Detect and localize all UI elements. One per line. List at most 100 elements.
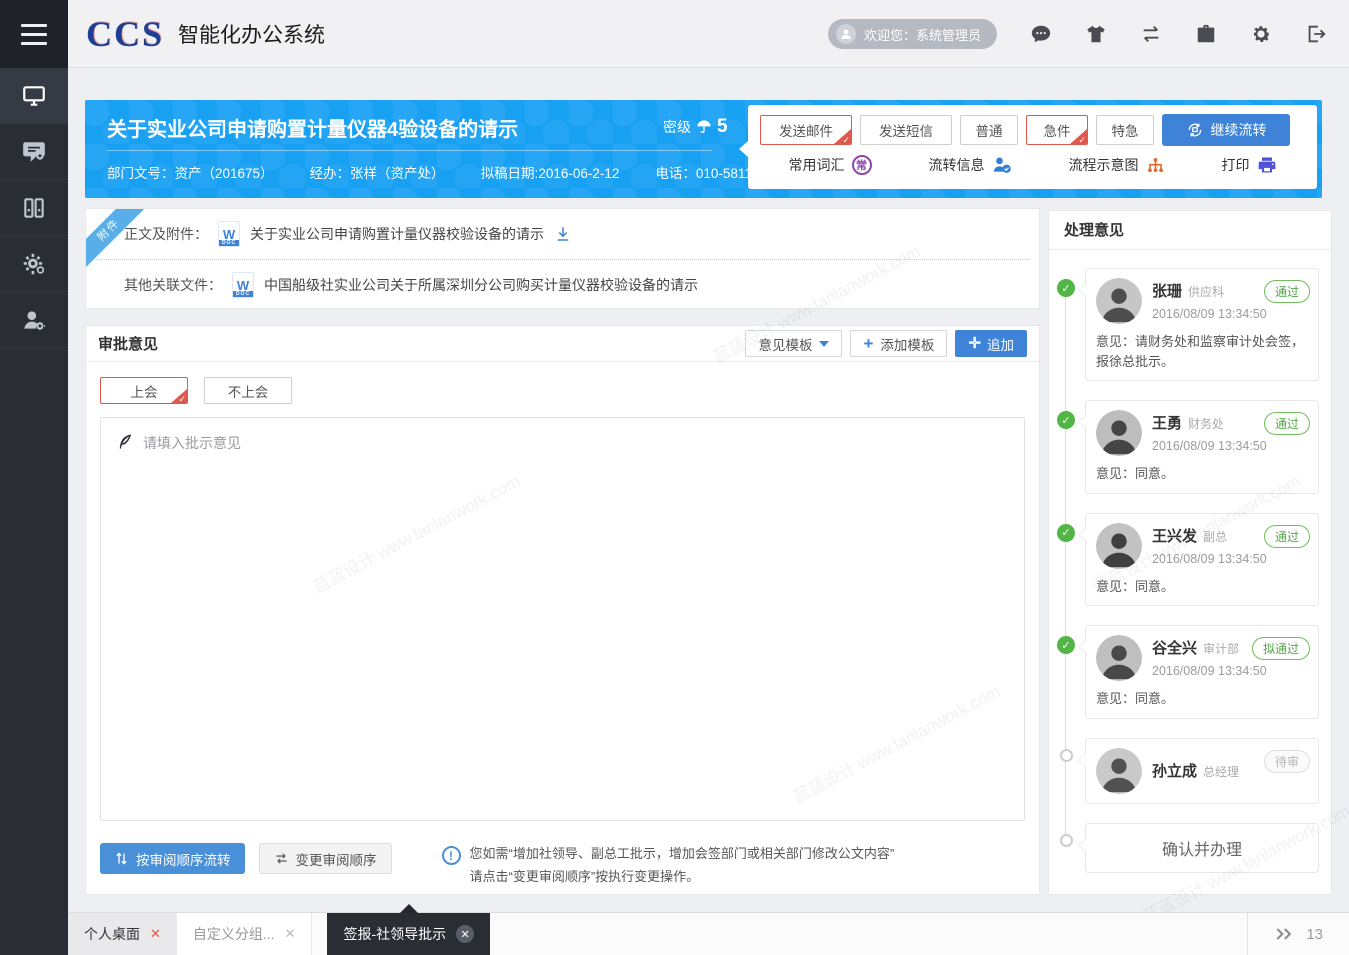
opinion-template-label: 意见模板 [758, 334, 812, 354]
flow-by-order-button[interactable]: 按审阅顺序流转 [100, 843, 245, 874]
tab-label: 个人桌面 [84, 924, 140, 944]
settings-gear-icon[interactable] [1250, 23, 1272, 45]
sidebar-item-user-admin[interactable] [0, 292, 68, 348]
user-gear-icon [21, 307, 47, 333]
opinion-entry[interactable]: 拟通过 谷全兴 审计部 2016/08/09 13:34:50 意见：同意。 [1085, 625, 1319, 719]
binder-icon [21, 195, 47, 221]
opinion-placeholder: 请填入批示意见 [143, 433, 241, 453]
send-sms-button[interactable]: 发送短信 [860, 115, 952, 145]
opinion-entry-pending[interactable]: 待审 孙立成 总经理 [1085, 738, 1319, 804]
top-bar: CCS 智能化办公系统 欢迎您：系统管理员 [0, 0, 1349, 68]
chat-icon [21, 139, 47, 165]
flow-chart-link[interactable]: 流程示意图 [1069, 155, 1165, 175]
opinion-entry[interactable]: 通过 王勇 财务处 2016/08/09 13:34:50 意见：同意。 [1085, 400, 1319, 494]
theme-skin-icon[interactable] [1085, 23, 1107, 45]
add-template-button[interactable]: + 添加模板 [850, 330, 947, 357]
step-done-icon [1057, 279, 1075, 297]
status-badge: 通过 [1264, 280, 1310, 303]
note-line-1: 您如需“增加社领导、副总工批示，增加会签部门或相关部门修改公文内容” [470, 843, 895, 866]
tab-personal-desktop[interactable]: 个人桌面 ✕ [68, 913, 177, 955]
append-label: 追加 [987, 334, 1014, 354]
word-doc-icon: WDOC [232, 272, 254, 298]
user-welcome-pill[interactable]: 欢迎您：系统管理员 [828, 19, 997, 49]
sidebar-item-desktop[interactable] [0, 68, 68, 124]
sort-arrows-icon [114, 851, 129, 866]
final-step-card[interactable]: 确认并办理 [1085, 823, 1319, 873]
change-order-button[interactable]: 变更审阅顺序 [259, 843, 392, 874]
person-dept: 总经理 [1203, 763, 1239, 780]
briefcase-icon[interactable] [1195, 23, 1217, 45]
app-logo: CCS 智能化办公系统 [86, 0, 325, 68]
opinions-panel: 处理意见 通过 张珊 供应科 2016/08/09 13:34:50 意见：请财… [1048, 210, 1332, 895]
opinion-entry[interactable]: 通过 王兴发 副总 2016/08/09 13:34:50 意见：同意。 [1085, 513, 1319, 607]
note-line-2: 请点击“变更审阅顺序”按执行变更操作。 [470, 866, 895, 889]
document-title: 关于实业公司申请购置计量仪器4验设备的请示 [107, 113, 518, 142]
main-attachment-label: 正文及附件： [124, 224, 208, 244]
close-icon[interactable]: ✕ [456, 925, 474, 943]
avatar [1096, 410, 1142, 456]
plus-icon: + [863, 335, 873, 352]
main-attachment-row: 正文及附件： WDOC 关于实业公司申请购置计量仪器校验设备的请示 [86, 209, 1039, 259]
flow-by-order-label: 按审阅顺序流转 [136, 849, 231, 869]
priority-extra-urgent-button[interactable]: 特急 [1096, 115, 1154, 145]
print-link[interactable]: 打印 [1222, 155, 1277, 175]
related-attachment-row: 其他关联文件： WDOC 中国船级社实业公司关于所属深圳分公司购买计量仪器校验设… [86, 260, 1039, 309]
doc-badge-sub: DOC [233, 291, 253, 297]
priority-normal-button[interactable]: 普通 [960, 115, 1018, 145]
flow-chart-label: 流程示意图 [1069, 155, 1139, 175]
meeting-no-button[interactable]: 不上会 [204, 377, 292, 404]
opinion-entry[interactable]: 通过 张珊 供应科 2016/08/09 13:34:50 意见：请财务处和监察… [1085, 268, 1319, 381]
monitor-icon [21, 83, 47, 109]
avatar [1096, 278, 1142, 324]
switch-icon[interactable] [1140, 23, 1162, 45]
opinion-time: 2016/08/09 13:34:50 [1152, 552, 1267, 566]
priority-urgent-button[interactable]: 急件 [1026, 115, 1088, 145]
person-name: 张珊 [1152, 280, 1182, 301]
circular-arrows-icon [1186, 121, 1204, 139]
opinion-textarea[interactable]: 请填入批示意见 [100, 417, 1025, 821]
related-attachment-filename[interactable]: 中国船级社实业公司关于所属深圳分公司购买计量仪器校验设备的请示 [264, 275, 698, 295]
download-icon[interactable] [554, 225, 572, 243]
avatar [1096, 748, 1142, 794]
opinion-template-dropdown[interactable]: 意见模板 [745, 330, 842, 357]
sidebar-item-settings[interactable] [0, 236, 68, 292]
tab-custom-group[interactable]: 自定义分组... ✕ [177, 913, 313, 955]
close-icon[interactable]: ✕ [150, 926, 161, 942]
logout-icon[interactable] [1305, 23, 1327, 45]
opinion-time: 2016/08/09 13:34:50 [1152, 664, 1267, 678]
continue-flow-button[interactable]: 继续流转 [1162, 114, 1290, 146]
status-badge: 通过 [1264, 412, 1310, 435]
print-label: 打印 [1222, 155, 1250, 175]
person-dept: 供应科 [1188, 283, 1224, 300]
person-dept: 财务处 [1188, 415, 1224, 432]
menu-toggle-button[interactable] [0, 0, 68, 68]
document-header: 关于实业公司申请购置计量仪器4验设备的请示 密级 5 普通 部门文号：资产（20… [85, 100, 1322, 198]
printer-icon [1257, 155, 1277, 175]
tab-label: 签报-社领导批示 [343, 924, 446, 944]
add-template-label: 添加模板 [880, 334, 934, 354]
tab-pager: 13 [1247, 913, 1349, 955]
related-attachment-label: 其他关联文件： [124, 275, 222, 295]
tab-signoff-active[interactable]: 签报-社领导批示 ✕ [327, 913, 490, 955]
append-button[interactable]: ✛ 追加 [955, 330, 1027, 357]
status-badge: 待审 [1264, 750, 1310, 773]
logo-text: CCS [86, 13, 164, 55]
step-pending-icon [1060, 834, 1073, 847]
opinion-text: 意见：请财务处和监察审计处会签，报徐总批示。 [1096, 332, 1308, 371]
main-attachment-filename[interactable]: 关于实业公司申请购置计量仪器校验设备的请示 [250, 224, 544, 244]
final-step-label: 确认并办理 [1162, 842, 1242, 859]
flow-info-link[interactable]: 流转信息 [929, 155, 1012, 175]
message-icon[interactable] [1030, 23, 1052, 45]
person-name: 王兴发 [1152, 525, 1197, 546]
meeting-yes-button[interactable]: 上会 [100, 377, 188, 404]
send-email-button[interactable]: 发送邮件 [760, 115, 852, 145]
common-words-link[interactable]: 常用词汇 常 [789, 155, 872, 175]
close-icon[interactable]: ✕ [285, 926, 296, 942]
sidebar-item-messages[interactable] [0, 124, 68, 180]
approval-title: 审批意见 [98, 333, 158, 354]
attachments-card: 附件 正文及附件： WDOC 关于实业公司申请购置计量仪器校验设备的请示 其他关… [85, 208, 1040, 309]
footer-note: ! 您如需“增加社领导、副总工批示，增加会签部门或相关部门修改公文内容” 请点击… [442, 843, 895, 889]
sidebar-item-archives[interactable] [0, 180, 68, 236]
chevron-down-icon [819, 341, 829, 347]
double-chevron-right-icon[interactable] [1274, 926, 1294, 942]
